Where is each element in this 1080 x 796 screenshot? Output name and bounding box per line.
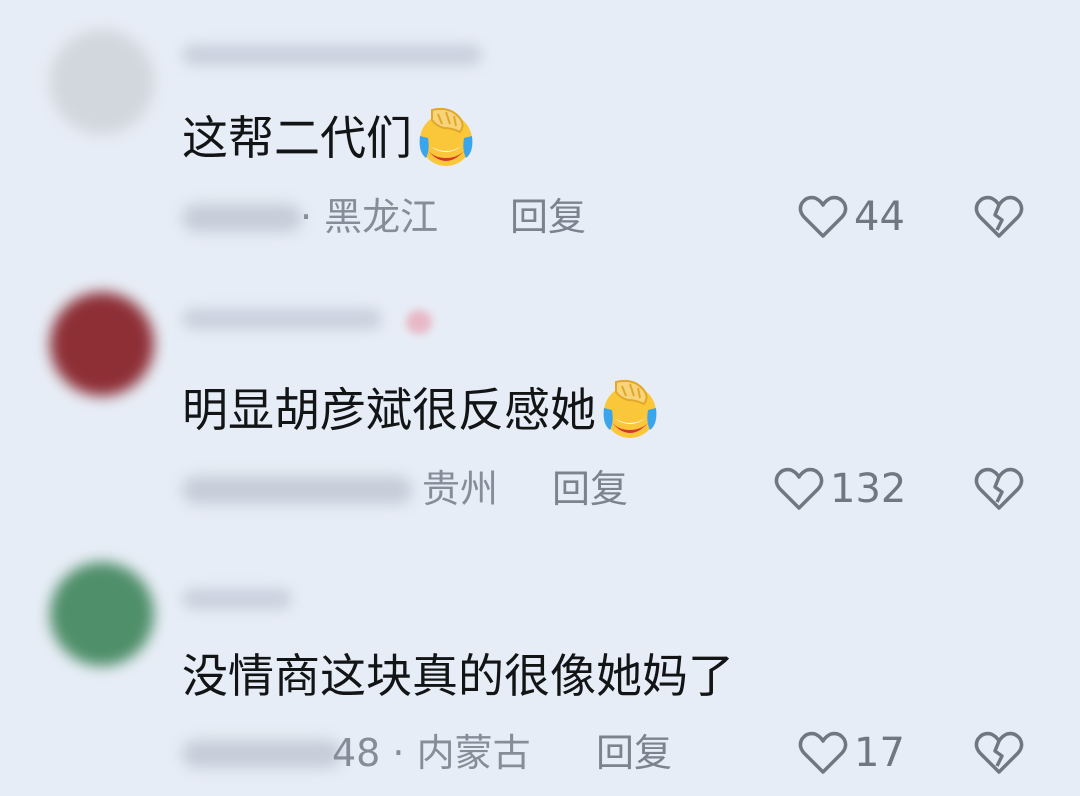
comment-meta: 48 · 内蒙古 回复 17 xyxy=(182,728,1062,778)
like-button[interactable]: 17 xyxy=(798,728,905,778)
comment-text: 这帮二代们 xyxy=(182,106,478,170)
comment-meta: · 黑龙江 回复 44 xyxy=(182,192,1062,242)
facepalm-laugh-crying-emoji xyxy=(419,107,473,166)
timestamp-blurred xyxy=(182,476,412,504)
location-label: · 黑龙江 xyxy=(300,195,439,239)
timestamp-blurred xyxy=(182,204,302,232)
comment-body: 没情商这块真的很像她妈了 xyxy=(182,649,734,703)
reply-button[interactable]: 回复 xyxy=(596,728,672,778)
username-blurred[interactable] xyxy=(182,308,382,330)
location-label: 48 · 内蒙古 xyxy=(332,731,531,775)
timestamp-blurred xyxy=(182,740,342,768)
broken-heart-icon[interactable] xyxy=(974,730,1024,776)
heart-badge-icon xyxy=(406,310,432,334)
comment-text: 没情商这块真的很像她妈了 xyxy=(182,646,734,706)
like-button[interactable]: 44 xyxy=(798,192,905,242)
like-button[interactable]: 132 xyxy=(774,464,906,514)
heart-outline-icon xyxy=(798,195,848,238)
avatar[interactable] xyxy=(50,30,154,134)
avatar[interactable] xyxy=(50,292,154,396)
reply-button[interactable]: 回复 xyxy=(552,464,628,514)
username-blurred[interactable] xyxy=(182,588,292,610)
facepalm-laugh-crying-emoji xyxy=(603,379,657,438)
like-count: 17 xyxy=(854,730,905,776)
username-blurred[interactable] xyxy=(182,44,482,66)
like-count: 44 xyxy=(854,194,905,240)
broken-heart-icon[interactable] xyxy=(974,194,1024,240)
comment-body: 明显胡彦斌很反感她 xyxy=(182,383,596,437)
like-count: 132 xyxy=(830,466,907,512)
avatar[interactable] xyxy=(50,562,154,666)
heart-outline-icon xyxy=(774,467,824,510)
comment-meta: 贵州 回复 132 xyxy=(182,464,1062,514)
heart-outline-icon xyxy=(798,731,848,774)
comment-body: 这帮二代们 xyxy=(182,111,412,165)
location-label: 贵州 xyxy=(422,467,499,511)
comment-text: 明显胡彦斌很反感她 xyxy=(182,378,662,442)
reply-button[interactable]: 回复 xyxy=(510,192,586,242)
broken-heart-icon[interactable] xyxy=(974,466,1024,512)
